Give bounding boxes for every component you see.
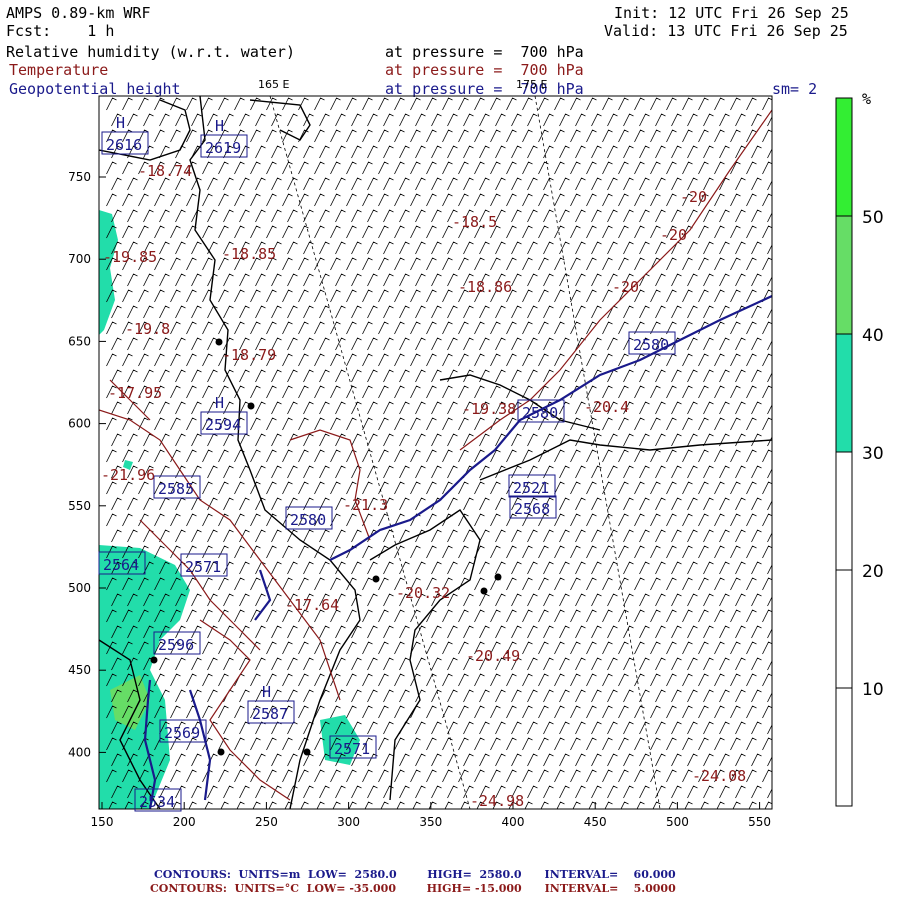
temperature-label: -20.49: [466, 647, 520, 665]
colorbar-segment: [835, 215, 853, 335]
temperature-label: -19.85: [103, 248, 157, 266]
x-tick-label: 500: [666, 815, 689, 829]
x-tick-label: 450: [584, 815, 607, 829]
height-label: 2569: [164, 724, 200, 742]
footer-temp-contours: CONTOURS: UNITS=°C LOW= -35.000 HIGH= -1…: [150, 882, 676, 895]
colorbar-segment: [835, 451, 853, 571]
colorbar: 50 40 30 20 10: [835, 97, 884, 807]
height-label: 2580: [522, 404, 558, 422]
graticule: [269, 95, 661, 810]
x-tick-label: 350: [419, 815, 442, 829]
temperature-label: -20: [680, 188, 707, 206]
y-tick-label: 450: [68, 663, 91, 677]
temperature-label: -21.3: [343, 496, 388, 514]
height-label: 2564: [103, 556, 139, 574]
height-label: 2619: [205, 139, 241, 157]
footer-height-contours: CONTOURS: UNITS=m LOW= 2580.0 HIGH= 2580…: [154, 868, 676, 881]
x-axis: 150 200 250 300 350 400 450 500 550: [91, 802, 771, 829]
height-label: 2616: [106, 136, 142, 154]
colorbar-segment: [835, 569, 853, 689]
height-label: 2587: [252, 705, 288, 723]
temperature-label: -18.85: [222, 245, 276, 263]
high-marker: H: [215, 394, 224, 412]
colorbar-tick: 40: [862, 326, 884, 346]
rh-shading: [99, 210, 360, 809]
height-label: 2571: [334, 740, 370, 758]
temperature-label: -21.96: [101, 466, 155, 484]
wind-barbs: [106, 97, 772, 809]
height-label: 2594: [205, 416, 241, 434]
temperature-label: -19.8: [125, 320, 170, 338]
temperature-label: -17.95: [108, 384, 162, 402]
colorbar-tick: 20: [862, 562, 884, 582]
temperature-label: -20.4: [584, 398, 629, 416]
height-label: 2568: [514, 500, 550, 518]
x-tick-label: 550: [748, 815, 771, 829]
colorbar-segment: [835, 687, 853, 807]
y-tick-label: 600: [68, 417, 91, 431]
colorbar-tick: 30: [862, 444, 884, 464]
height-label: 2580: [633, 336, 669, 354]
high-marker: H: [215, 117, 224, 135]
high-marker: H: [262, 683, 271, 701]
x-tick-label: 250: [255, 815, 278, 829]
temperature-label: -20: [660, 226, 687, 244]
temperature-label: -18.79: [222, 346, 276, 364]
y-tick-label: 700: [68, 252, 91, 266]
x-tick-label: 400: [502, 815, 525, 829]
map-plot: 150 200 250 300 350 400 450 500 550 750 700 650 600…: [68, 95, 884, 829]
colorbar-tick: 50: [862, 208, 884, 228]
y-tick-label: 650: [68, 334, 91, 348]
height-label: 2596: [158, 636, 194, 654]
y-tick-label: 500: [68, 581, 91, 595]
height-label: 2585: [158, 480, 194, 498]
temperature-label: -20.32: [396, 584, 450, 602]
x-tick-label: 200: [173, 815, 196, 829]
x-tick-label: 300: [337, 815, 360, 829]
temperature-label: -24.08: [692, 767, 746, 785]
height-contours: [143, 295, 772, 809]
y-tick-label: 400: [68, 745, 91, 759]
temperature-label: -20: [612, 278, 639, 296]
colorbar-tick: 10: [862, 680, 884, 700]
y-tick-label: 550: [68, 499, 91, 513]
temperature-label: -24.98: [470, 792, 524, 810]
y-tick-label: 750: [68, 170, 91, 184]
height-label: 2521: [513, 479, 549, 497]
temperature-label: -17.64: [285, 596, 339, 614]
station-dots: [150, 338, 502, 756]
high-marker: H: [116, 114, 125, 132]
height-label: 2580: [290, 511, 326, 529]
height-label: 2571: [185, 558, 221, 576]
x-tick-label: 150: [91, 815, 114, 829]
colorbar-unit: %: [862, 90, 872, 108]
colorbar-segment: [835, 97, 853, 217]
height-label: 2534: [139, 793, 175, 811]
height-labels: 2616 H 2619 H 2594 H 2585 2580 2580 2580 2568 2521 2…: [98, 114, 676, 812]
colorbar-segment: [835, 333, 853, 453]
temperature-label: -18.86: [458, 278, 512, 296]
temperature-label: -18.74: [138, 162, 192, 180]
temperature-label: -19.38: [462, 400, 516, 418]
temperature-label: -18.5: [452, 213, 497, 231]
